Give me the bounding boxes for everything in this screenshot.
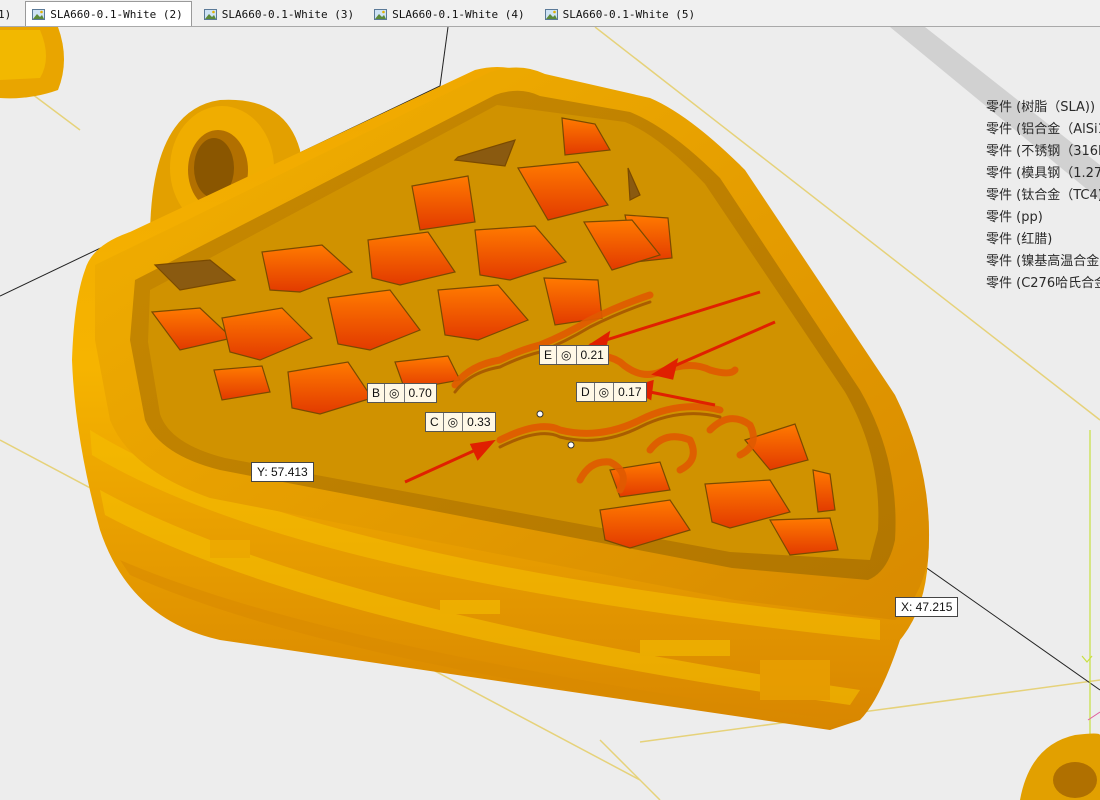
tab-label: SLA660-0.1-White (2)	[50, 7, 183, 21]
annotation-letter: D	[581, 385, 590, 399]
tab-label: SLA660-0.1-White (5)	[562, 7, 696, 21]
tab-label: SLA660-0.1-White (4)	[392, 7, 525, 21]
annotation-value: 0.17	[613, 383, 645, 401]
image-icon	[32, 8, 46, 21]
material-item[interactable]: 零件 (C276哈氏合金)	[986, 273, 1100, 295]
annotation-letter: B	[372, 386, 381, 400]
y-coordinate-label: Y: 57.413	[251, 462, 314, 482]
document-tab-1[interactable]: 1)	[0, 2, 19, 26]
image-icon	[544, 8, 558, 21]
document-tab-2[interactable]: SLA660-0.1-White (2)	[25, 1, 192, 26]
tab-label: 1)	[0, 7, 12, 21]
material-item[interactable]: 零件 (铝合金（AlSi10Mg))	[986, 119, 1100, 141]
annotation-value: 0.70	[403, 384, 436, 402]
material-item[interactable]: 零件 (树脂（SLA))	[986, 97, 1100, 119]
material-item[interactable]: 零件 (镍基高温合金)	[986, 251, 1100, 273]
material-item[interactable]: 零件 (模具钢（1.2709))	[986, 163, 1100, 185]
document-tab-4[interactable]: SLA660-0.1-White (4)	[368, 2, 532, 26]
concentricity-icon: ◎	[556, 346, 575, 364]
annotation-b[interactable]: B ◎ 0.70	[367, 383, 437, 403]
material-item[interactable]: 零件 (pp)	[986, 207, 1100, 229]
document-tab-3[interactable]: SLA660-0.1-White (3)	[198, 2, 362, 26]
material-legend: 零件 (树脂（SLA)) 零件 (铝合金（AlSi10Mg)) 零件 (不锈钢（…	[986, 97, 1100, 295]
concentricity-icon: ◎	[384, 384, 403, 402]
annotation-d[interactable]: D ◎ 0.17	[576, 382, 647, 402]
concentricity-icon: ◎	[442, 413, 462, 431]
annotation-c[interactable]: C ◎ 0.33	[425, 412, 496, 432]
tab-label: SLA660-0.1-White (3)	[221, 7, 355, 21]
image-icon	[374, 8, 388, 21]
image-icon	[203, 8, 217, 21]
material-item[interactable]: 零件 (钛合金（TC4))	[986, 185, 1100, 207]
annotation-value: 0.33	[462, 413, 494, 431]
scene-render	[0, 27, 1100, 800]
x-coordinate-label: X: 47.215	[895, 597, 959, 617]
annotation-letter: C	[430, 415, 439, 429]
material-item[interactable]: 零件 (红腊)	[986, 229, 1100, 251]
annotation-value: 0.21	[575, 346, 608, 364]
material-item[interactable]: 零件 (不锈钢（316L))	[986, 141, 1100, 163]
annotation-letter: E	[544, 348, 553, 362]
concentricity-icon: ◎	[593, 383, 613, 401]
document-tab-bar: 1) SLA660-0.1-White (2) SLA660-0.1-White…	[0, 0, 1100, 27]
document-tab-5[interactable]: SLA660-0.1-White (5)	[539, 2, 703, 26]
3d-viewport[interactable]: 零件 (树脂（SLA)) 零件 (铝合金（AlSi10Mg)) 零件 (不锈钢（…	[0, 27, 1100, 800]
annotation-e[interactable]: E ◎ 0.21	[539, 345, 609, 365]
